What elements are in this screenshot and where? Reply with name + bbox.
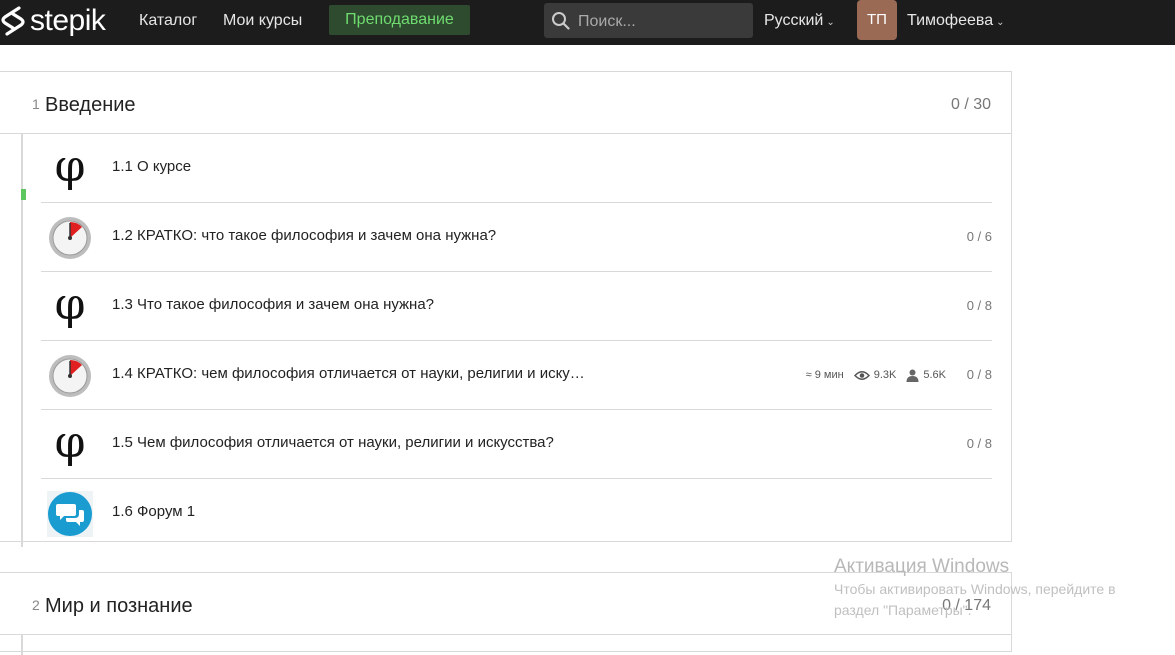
lesson-item[interactable]: φ 1.5 Чем философия отличается от науки,… (41, 410, 992, 479)
learners-count: 5.6K (923, 369, 946, 381)
nav-catalog[interactable]: Каталог (139, 0, 197, 45)
section-1: 1 Введение 0 / 30 φ 1.1 О курсе 1.2 КРАТ… (0, 71, 1012, 547)
lesson-meta: ≈ 9 мин 9.3K 5.6K (806, 341, 946, 409)
language-selector[interactable]: Русский ⌄ (764, 0, 835, 45)
search-icon (552, 12, 570, 30)
phi-icon: φ (55, 284, 86, 330)
lesson-score: 0 / 8 (966, 298, 992, 313)
lesson-item[interactable]: φ 1.1 О курсе (41, 134, 992, 203)
lesson-title: 1.3 Что такое философия и зачем она нужн… (112, 296, 435, 313)
lesson-item[interactable]: φ 1.3 Что такое философия и зачем она ну… (41, 272, 992, 341)
lesson-title: 1.5 Чем философия отличается от науки, р… (112, 434, 554, 451)
svg-text:φ: φ (55, 422, 86, 468)
views-count: 9.3K (873, 369, 897, 381)
section-number: 2 (32, 597, 40, 613)
section-header[interactable]: 1 Введение 0 / 30 (0, 72, 1011, 134)
lesson-time: ≈ 9 мин (805, 369, 844, 381)
timer-icon (49, 217, 91, 259)
nav-teaching-button[interactable]: Преподавание (329, 5, 470, 35)
section-number: 1 (32, 96, 40, 112)
user-menu[interactable]: Тимофеева ⌄ (907, 0, 1004, 45)
top-navbar: stepik Каталог Мои курсы Преподавание Ру… (0, 0, 1175, 45)
svg-text:φ: φ (55, 284, 86, 330)
avatar[interactable]: ТП (857, 0, 897, 40)
lesson-score: 0 / 6 (966, 229, 992, 244)
section-header[interactable]: 2 Мир и познание 0 / 174 (0, 573, 1011, 635)
lesson-item[interactable]: 1.2 КРАТКО: что такое философия и зачем … (41, 203, 992, 272)
lesson-list: φ 1.1 О курсе 1.2 КРАТКО: что такое фило… (21, 134, 1011, 547)
phi-icon: φ (55, 146, 86, 192)
section-2: 2 Мир и познание 0 / 174 (0, 572, 1012, 655)
lesson-title: 1.1 О курсе (112, 158, 192, 175)
chevron-down-icon: ⌄ (996, 17, 1005, 28)
timer-icon (49, 355, 91, 397)
forum-icon (47, 491, 93, 537)
stepik-logo-icon (1, 6, 25, 36)
search-input[interactable] (576, 3, 750, 40)
lesson-item[interactable]: 1.4 КРАТКО: чем философия отличается от … (41, 341, 992, 410)
stepik-logo[interactable]: stepik (0, 4, 106, 37)
progress-indicator (21, 189, 26, 200)
user-icon (906, 369, 919, 382)
search-box[interactable] (544, 3, 753, 40)
phi-icon: φ (55, 422, 86, 468)
logo-text: stepik (30, 4, 106, 37)
lesson-score: 0 / 8 (966, 367, 992, 382)
section-score: 0 / 30 (950, 96, 991, 113)
chevron-down-icon: ⌄ (826, 17, 835, 28)
section-title: Введение (45, 94, 136, 116)
section-title: Мир и познание (45, 595, 193, 617)
lesson-title: 1.6 Форум 1 (112, 503, 196, 520)
lesson-title: 1.2 КРАТКО: что такое философия и зачем … (112, 227, 497, 244)
lesson-title: 1.4 КРАТКО: чем философия отличается от … (112, 365, 585, 382)
lesson-list (21, 635, 1011, 655)
svg-text:φ: φ (55, 146, 86, 192)
section-score: 0 / 174 (942, 597, 991, 614)
user-name: Тимофеева (907, 12, 994, 29)
lesson-item[interactable]: 1.6 Форум 1 (41, 479, 992, 547)
views-stat: 9.3K (853, 341, 897, 409)
lesson-score: 0 / 8 (966, 436, 992, 451)
eye-icon (853, 370, 870, 380)
learners-stat: 5.6K (906, 341, 946, 409)
language-label: Русский (764, 12, 824, 29)
nav-my-courses[interactable]: Мои курсы (223, 0, 302, 45)
